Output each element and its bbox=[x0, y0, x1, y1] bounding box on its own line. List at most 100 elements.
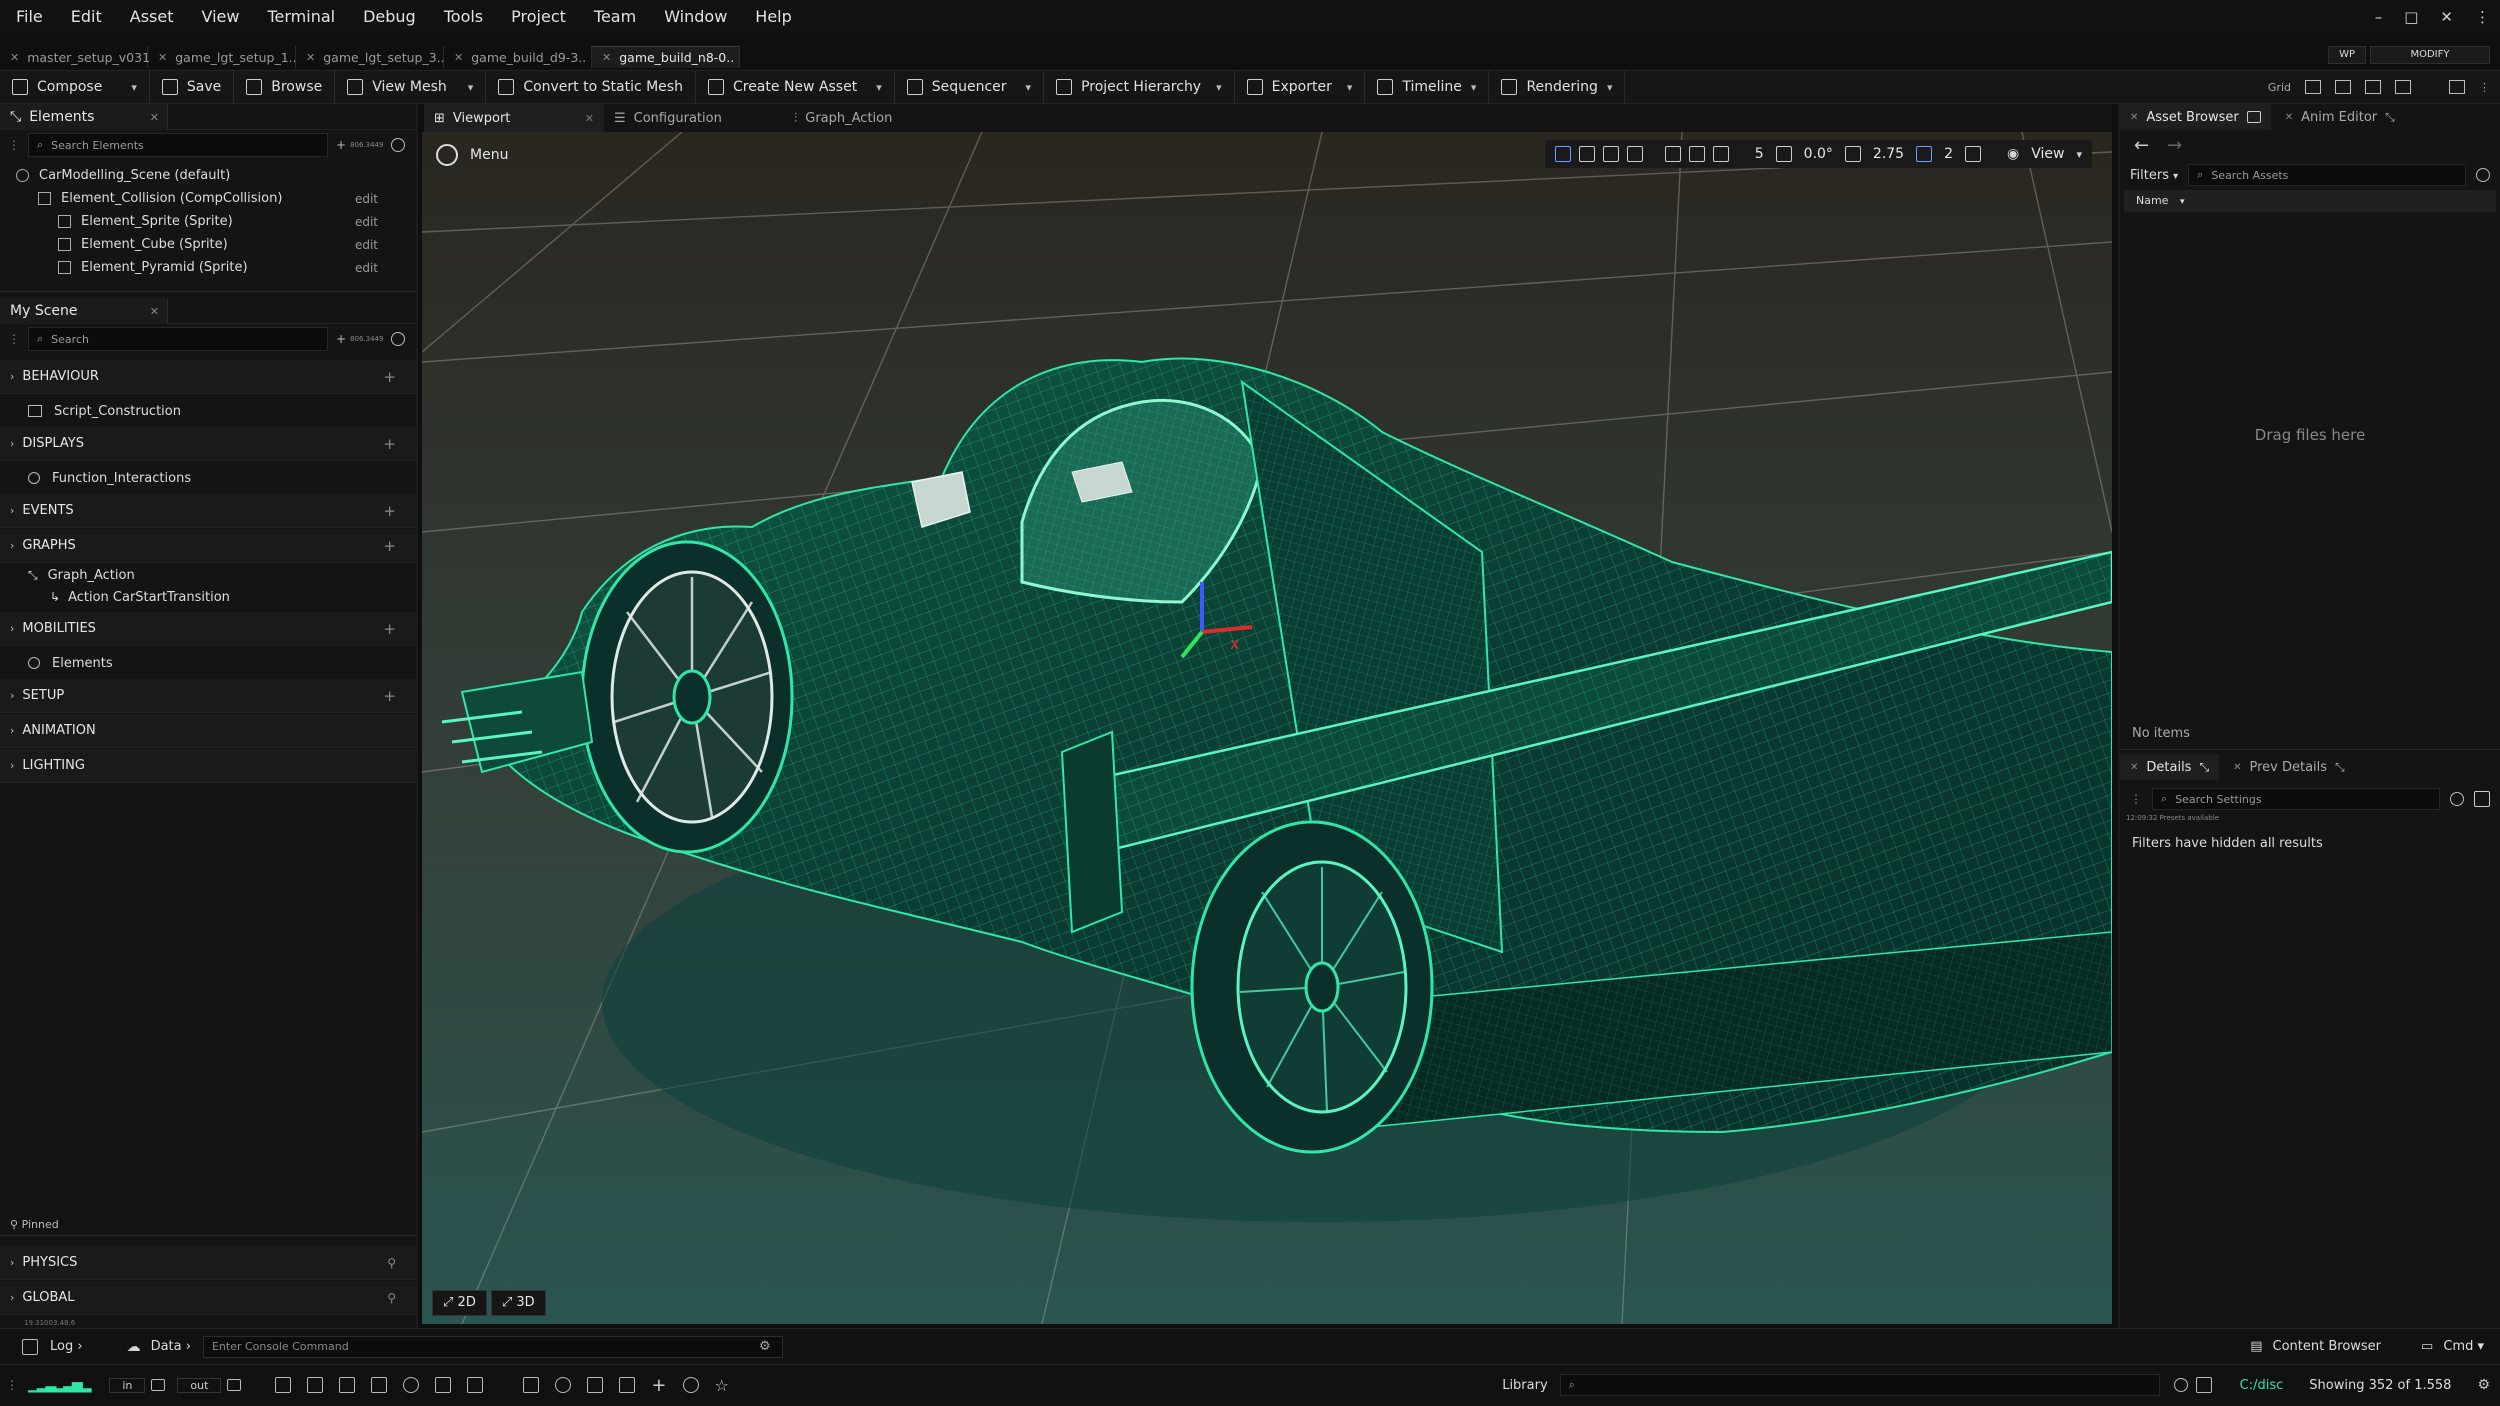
menu-team[interactable]: Team bbox=[580, 0, 650, 34]
section-setup[interactable]: › SETUP + bbox=[0, 679, 416, 713]
section-behaviour[interactable]: › BEHAVIOUR + bbox=[0, 360, 416, 394]
tree-item[interactable]: Element_Sprite (Sprite) edit bbox=[0, 210, 416, 233]
close-icon[interactable]: ✕ bbox=[602, 51, 611, 64]
menu-view[interactable]: View bbox=[188, 0, 254, 34]
list-item[interactable]: Script_Construction bbox=[0, 395, 416, 427]
layout-single-icon[interactable] bbox=[2305, 80, 2321, 94]
calculator-icon[interactable] bbox=[2195, 1377, 2212, 1393]
maximize-icon[interactable] bbox=[1712, 146, 1729, 162]
layout-options-icon[interactable] bbox=[2449, 80, 2465, 94]
add-icon[interactable]: + bbox=[383, 368, 396, 386]
data-button[interactable]: Data › bbox=[151, 1339, 191, 1354]
out-toggle-icon[interactable] bbox=[227, 1379, 242, 1391]
maximize-icon[interactable]: □ bbox=[2404, 8, 2418, 26]
edit-link[interactable]: edit bbox=[355, 238, 378, 252]
console-input[interactable]: Enter Console Command bbox=[202, 1335, 783, 1358]
pin-icon[interactable]: ⚲ bbox=[387, 1256, 396, 1270]
table-view-icon[interactable] bbox=[2474, 791, 2490, 807]
asset-name-column[interactable]: Name ▾ bbox=[2124, 190, 2496, 212]
grid-snap-value[interactable]: 5 bbox=[1751, 146, 1768, 162]
move-tool-icon[interactable] bbox=[1578, 146, 1595, 162]
circle-icon[interactable] bbox=[682, 1377, 699, 1393]
angle-snap-value[interactable]: 0.0° bbox=[1800, 146, 1837, 162]
refresh-icon[interactable] bbox=[391, 332, 406, 346]
section-lighting[interactable]: › LIGHTING bbox=[0, 749, 416, 783]
star-icon[interactable]: ☆ bbox=[715, 1376, 729, 1395]
more-icon[interactable]: ⋮ bbox=[2479, 81, 2490, 94]
menu-tools[interactable]: Tools bbox=[430, 0, 497, 34]
close-icon[interactable]: ✕ bbox=[2233, 762, 2241, 773]
create-new-asset-button[interactable]: Create New Asset ▾ bbox=[696, 70, 895, 104]
tab-prev-details[interactable]: ✕ Prev Details ⤡ bbox=[2223, 754, 2355, 780]
scale-tool-icon[interactable] bbox=[1626, 146, 1643, 162]
add-icon[interactable]: + bbox=[383, 620, 396, 638]
refresh-icon[interactable] bbox=[2450, 792, 2464, 806]
close-icon[interactable]: ✕ bbox=[585, 112, 594, 125]
menu-asset[interactable]: Asset bbox=[116, 0, 188, 34]
close-icon[interactable]: ✕ bbox=[2440, 8, 2453, 26]
browse-button[interactable]: Browse bbox=[234, 70, 336, 104]
cmd-dropdown[interactable]: Cmd ▾ bbox=[2443, 1339, 2484, 1354]
in-button[interactable]: in bbox=[109, 1377, 146, 1393]
elements-search-input[interactable]: ⌕ Search Elements bbox=[28, 133, 328, 157]
compose-button[interactable]: Compose ▾ bbox=[0, 70, 150, 104]
move-icon[interactable] bbox=[467, 1377, 484, 1393]
layout-rows-icon[interactable] bbox=[2365, 80, 2381, 94]
file-tab[interactable]: ✕ game_build_d9-3.. bbox=[444, 46, 592, 68]
upload-icon[interactable] bbox=[307, 1377, 324, 1393]
file-tab[interactable]: ✕ game_lgt_setup_3.. bbox=[296, 46, 445, 68]
close-icon[interactable]: ✕ bbox=[10, 51, 19, 64]
copy-icon[interactable] bbox=[587, 1377, 604, 1393]
add-icon[interactable]: + bbox=[383, 435, 396, 453]
tab-my-scene[interactable]: My Scene ✕ bbox=[0, 298, 168, 324]
section-physics[interactable]: › PHYSICS ⚲ bbox=[0, 1246, 416, 1280]
globe-icon[interactable] bbox=[555, 1377, 572, 1393]
menu-terminal[interactable]: Terminal bbox=[253, 0, 349, 34]
drag-handle-icon[interactable]: ⋮ bbox=[6, 1378, 18, 1392]
list-item[interactable]: Function_Interactions bbox=[0, 462, 416, 494]
close-icon[interactable]: ✕ bbox=[306, 51, 315, 64]
list-item[interactable]: Elements bbox=[0, 647, 416, 679]
section-global[interactable]: › GLOBAL ⚲ bbox=[0, 1281, 416, 1315]
2d-button[interactable]: ⤢ 2D bbox=[432, 1290, 487, 1316]
rotate-tool-icon[interactable] bbox=[1602, 146, 1619, 162]
exporter-button[interactable]: Exporter ▾ bbox=[1235, 70, 1366, 104]
angle-snap-icon[interactable] bbox=[1844, 146, 1861, 162]
layout-grid-icon[interactable] bbox=[2395, 80, 2411, 94]
edit-link[interactable]: edit bbox=[355, 192, 378, 206]
tab-details[interactable]: ✕ Details ⤡ bbox=[2120, 754, 2220, 780]
section-animation[interactable]: › ANIMATION bbox=[0, 714, 416, 748]
camera-speed-value[interactable]: 2 bbox=[1940, 146, 1957, 162]
tab-anim-editor[interactable]: ✕ Anim Editor ⤡ bbox=[2275, 104, 2405, 130]
view-dropdown[interactable]: View bbox=[2027, 146, 2068, 162]
sync-icon[interactable] bbox=[2173, 1378, 2188, 1392]
console-settings-icon[interactable]: ⚙ bbox=[759, 1339, 771, 1354]
section-mobilities[interactable]: › MOBILITIES + bbox=[0, 612, 416, 646]
close-icon[interactable]: ✕ bbox=[158, 51, 167, 64]
tab-viewport[interactable]: ⊞ Viewport ✕ bbox=[424, 104, 604, 132]
close-icon[interactable]: ✕ bbox=[2130, 112, 2138, 123]
save-button[interactable]: Save bbox=[150, 70, 235, 104]
camera-icon[interactable] bbox=[1664, 146, 1681, 162]
section-events[interactable]: › EVENTS + bbox=[0, 494, 416, 528]
layout-quad-icon[interactable] bbox=[2335, 80, 2351, 94]
drag-handle-icon[interactable]: ⋮ bbox=[8, 138, 20, 152]
section-displays[interactable]: › DISPLAYS + bbox=[0, 427, 416, 461]
log-button[interactable]: Log › bbox=[50, 1339, 83, 1354]
3d-viewport[interactable]: x Menu 5 0.0° 2.75 2 ◉ View ▾ ⤢ 2D ⤢ 3D bbox=[422, 132, 2112, 1324]
close-icon[interactable]: ✕ bbox=[150, 305, 159, 318]
file-tab[interactable]: ✕ game_lgt_setup_1.. bbox=[148, 46, 297, 68]
section-graphs[interactable]: › GRAPHS + bbox=[0, 529, 416, 563]
tree-item[interactable]: Element_Collision (CompCollision) edit bbox=[0, 187, 416, 210]
tree-item[interactable]: Element_Pyramid (Sprite) edit bbox=[0, 256, 416, 279]
3d-button[interactable]: ⤢ 3D bbox=[490, 1290, 546, 1316]
minimize-icon[interactable]: – bbox=[2375, 8, 2383, 26]
align-icon[interactable] bbox=[275, 1377, 292, 1393]
drag-handle-icon[interactable]: ⋮ bbox=[8, 332, 20, 346]
download-icon[interactable] bbox=[339, 1377, 356, 1393]
grid-dots-icon[interactable] bbox=[523, 1377, 540, 1393]
forward-arrow-icon[interactable]: → bbox=[2167, 135, 2182, 156]
rendering-button[interactable]: Rendering ▾ bbox=[1489, 70, 1626, 104]
project-hierarchy-button[interactable]: Project Hierarchy ▾ bbox=[1044, 70, 1235, 104]
filters-dropdown[interactable]: Filters ▾ bbox=[2130, 168, 2178, 183]
